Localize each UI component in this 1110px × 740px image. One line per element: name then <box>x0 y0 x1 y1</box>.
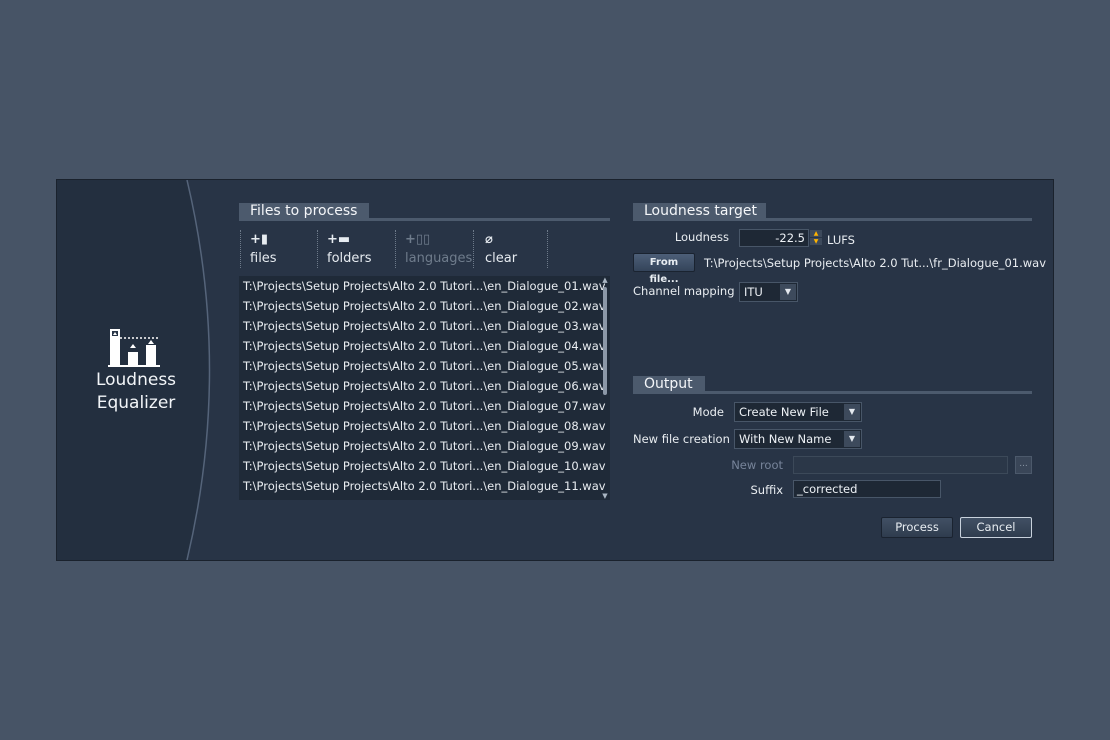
clear-label: clear <box>485 251 518 266</box>
file-list-item[interactable]: T:\Projects\Setup Projects\Alto 2.0 Tuto… <box>239 476 610 496</box>
new-root-label: New root <box>731 458 783 472</box>
scroll-thumb[interactable] <box>603 287 607 395</box>
lufs-unit-label: LUFS <box>827 233 855 247</box>
mode-value: Create New File <box>739 405 829 419</box>
app-name: Loudness Equalizer <box>77 369 195 415</box>
files-section-rule <box>239 218 610 221</box>
scroll-down-arrow-icon[interactable]: ▼ <box>601 492 609 500</box>
output-section-rule <box>633 391 1032 394</box>
new-file-creation-value: With New Name <box>739 432 832 446</box>
spin-down-icon[interactable]: ▼ <box>810 238 822 245</box>
suffix-label: Suffix <box>750 483 783 497</box>
add-folders-label: folders <box>327 251 372 266</box>
app-name-line1: Loudness <box>95 370 177 390</box>
file-list-item[interactable]: T:\Projects\Setup Projects\Alto 2.0 Tuto… <box>239 276 610 296</box>
loudness-equalizer-logo-icon <box>108 329 160 367</box>
clear-button[interactable]: ⌀ clear <box>475 230 547 270</box>
chevron-down-icon[interactable]: ▼ <box>780 284 796 300</box>
toolbar-separator <box>473 230 474 268</box>
process-button[interactable]: Process <box>881 517 953 538</box>
loudness-equalizer-dialog: Loudness Equalizer Files to process +▮ f… <box>56 179 1054 561</box>
loudness-section-rule <box>633 218 1032 221</box>
file-list-item[interactable]: T:\Projects\Setup Projects\Alto 2.0 Tuto… <box>239 336 610 356</box>
add-folder-icon: +▬ <box>327 232 351 247</box>
add-file-icon: +▮ <box>250 232 269 247</box>
file-list-item[interactable]: T:\Projects\Setup Projects\Alto 2.0 Tuto… <box>239 396 610 416</box>
channel-mapping-label: Channel mapping <box>633 284 735 298</box>
loudness-value-input[interactable]: -22.5 <box>739 229 809 247</box>
loudness-label: Loudness <box>674 230 729 244</box>
new-root-input[interactable] <box>793 456 1008 474</box>
scroll-up-arrow-icon[interactable]: ▲ <box>601 276 609 284</box>
toolbar-separator <box>547 230 548 268</box>
new-root-browse-button[interactable]: ... <box>1015 456 1032 474</box>
file-list-item[interactable]: T:\Projects\Setup Projects\Alto 2.0 Tuto… <box>239 356 610 376</box>
clear-icon: ⌀ <box>485 232 493 247</box>
add-languages-button[interactable]: +▯▯ languages <box>395 230 473 270</box>
file-list-item[interactable]: T:\Projects\Setup Projects\Alto 2.0 Tuto… <box>239 316 610 336</box>
channel-mapping-select[interactable]: ITU ▼ <box>739 282 798 302</box>
chevron-down-icon[interactable]: ▼ <box>844 431 860 447</box>
from-file-button[interactable]: From file... <box>633 253 695 285</box>
file-list-item[interactable]: T:\Projects\Setup Projects\Alto 2.0 Tuto… <box>239 376 610 396</box>
add-files-button[interactable]: +▮ files <box>240 230 315 270</box>
chevron-down-icon[interactable]: ▼ <box>844 404 860 420</box>
file-list[interactable]: T:\Projects\Setup Projects\Alto 2.0 Tuto… <box>239 276 610 500</box>
app-name-line2: Equalizer <box>96 393 176 413</box>
file-list-item[interactable]: T:\Projects\Setup Projects\Alto 2.0 Tuto… <box>239 296 610 316</box>
mode-select[interactable]: Create New File ▼ <box>734 402 862 422</box>
new-file-creation-label: New file creation <box>633 432 730 446</box>
loudness-spinner[interactable]: ▲ ▼ <box>810 230 822 246</box>
from-file-path: T:\Projects\Setup Projects\Alto 2.0 Tut.… <box>704 256 1047 270</box>
suffix-input[interactable]: _corrected <box>793 480 941 498</box>
add-folders-button[interactable]: +▬ folders <box>317 230 395 270</box>
new-file-creation-select[interactable]: With New Name ▼ <box>734 429 862 449</box>
add-languages-label: languages <box>405 251 473 266</box>
file-list-item[interactable]: T:\Projects\Setup Projects\Alto 2.0 Tuto… <box>239 456 610 476</box>
add-languages-icon: +▯▯ <box>405 232 431 247</box>
spin-up-icon[interactable]: ▲ <box>810 230 822 237</box>
mode-label: Mode <box>692 405 724 419</box>
cancel-button[interactable]: Cancel <box>960 517 1032 538</box>
file-list-item[interactable]: T:\Projects\Setup Projects\Alto 2.0 Tuto… <box>239 416 610 436</box>
add-files-label: files <box>250 251 277 266</box>
file-list-item[interactable]: T:\Projects\Setup Projects\Alto 2.0 Tuto… <box>239 436 610 456</box>
file-list-scrollbar[interactable]: ▲ ▼ <box>600 276 610 500</box>
channel-mapping-value: ITU <box>744 285 763 299</box>
